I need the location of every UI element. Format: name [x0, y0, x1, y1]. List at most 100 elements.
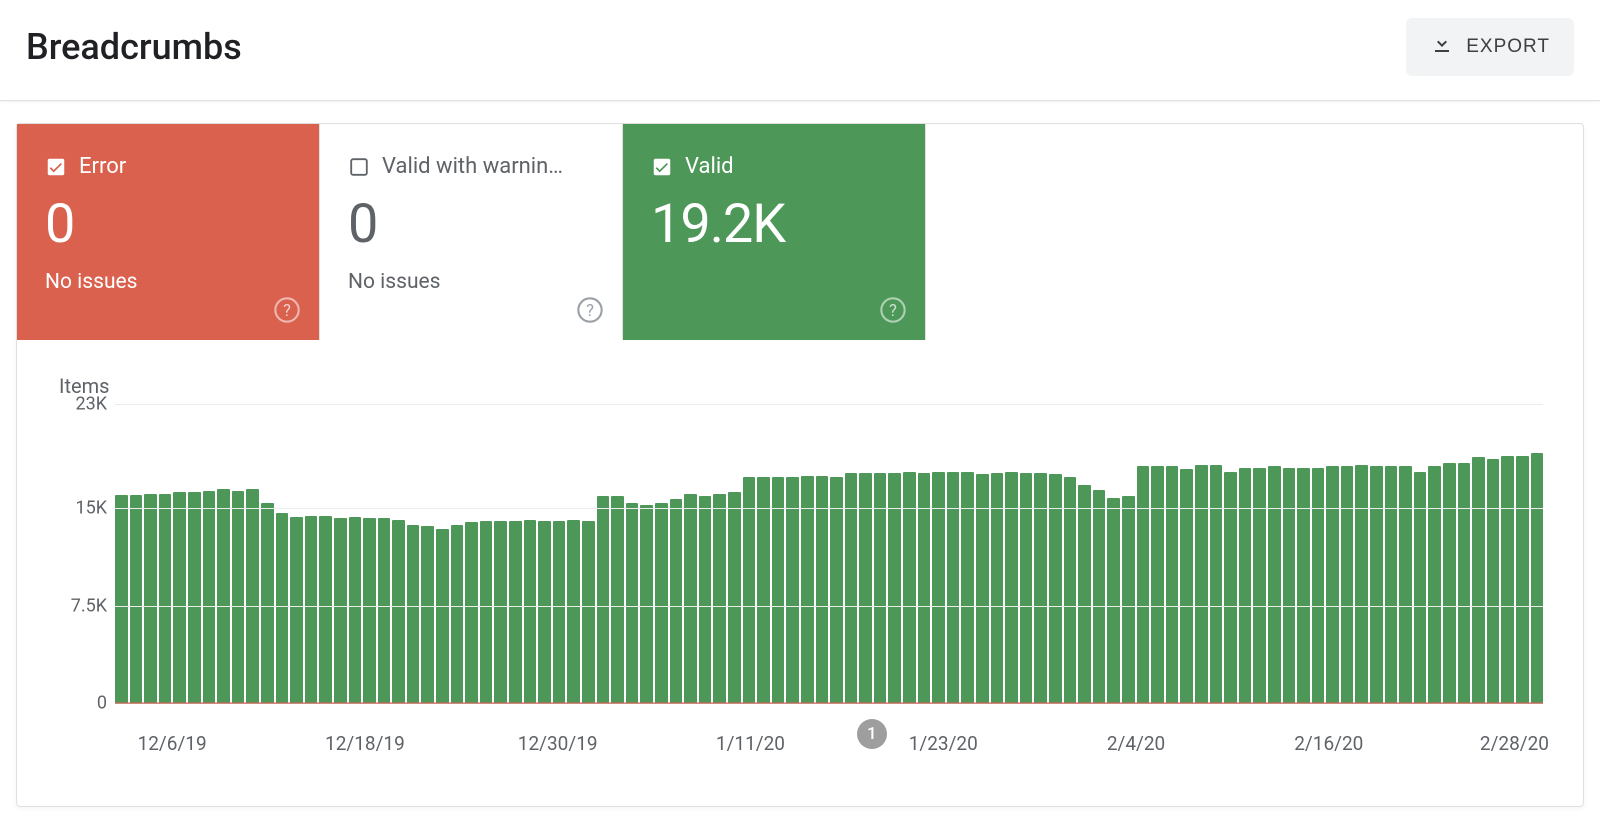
chart-xtick: 12/6/19	[138, 732, 207, 755]
status-tile-value: 19.2K	[651, 193, 897, 256]
chart-bar	[772, 477, 785, 703]
status-tile-label: Error	[79, 154, 126, 179]
chart-bar	[1210, 465, 1223, 703]
chart-bar	[465, 522, 478, 703]
chart-bar	[786, 477, 799, 703]
chart-bar	[363, 518, 376, 703]
chart-bar	[349, 517, 362, 703]
chart-bar	[1151, 466, 1164, 703]
page-header: Breadcrumbs EXPORT	[0, 0, 1600, 101]
svg-text:?: ?	[283, 301, 291, 320]
help-icon[interactable]: ?	[879, 296, 907, 324]
chart-bar	[743, 477, 756, 703]
chart-bar	[1224, 472, 1237, 703]
chart-bar	[1122, 496, 1135, 703]
chart-bar	[1064, 477, 1077, 703]
chart-bar	[1472, 457, 1485, 703]
chart-bar	[276, 513, 289, 703]
chart-bar	[903, 472, 916, 703]
help-icon[interactable]: ?	[576, 296, 604, 324]
chart-error-baseline	[115, 702, 1543, 704]
chart-xtick: 2/4/20	[1107, 732, 1165, 755]
status-card: Error 0 No issues ? Valid with warnin… 0…	[16, 123, 1584, 807]
chart-bar	[305, 516, 318, 703]
chart-bar	[1458, 463, 1471, 704]
chart-xtick: 12/30/19	[518, 732, 598, 755]
chart-bar	[421, 526, 434, 703]
status-tile-label: Valid	[685, 154, 734, 179]
chart-xtick: 1/23/20	[909, 732, 978, 755]
chart-bar	[130, 495, 143, 703]
chart-bar	[538, 521, 551, 703]
chart-gridline	[115, 606, 1543, 607]
chart-ytick: 0	[51, 693, 107, 714]
chart-bars	[115, 404, 1543, 703]
chart-bar	[451, 525, 464, 703]
chart-bar	[1487, 459, 1500, 703]
chart-bar	[1370, 466, 1383, 703]
status-tile-value: 0	[348, 193, 594, 256]
chart-xtick: 1/11/20	[716, 732, 785, 755]
chart-bar	[509, 521, 522, 703]
export-button-label: EXPORT	[1466, 36, 1550, 58]
chart-bar	[1501, 456, 1514, 703]
chart-bar	[261, 503, 274, 703]
svg-text:?: ?	[586, 301, 594, 320]
chart-gridline	[115, 508, 1543, 509]
chart-bar	[392, 520, 405, 703]
chart-bar	[947, 472, 960, 703]
status-tile-subtext: No issues	[45, 270, 291, 294]
chart-bar	[728, 492, 741, 703]
chart-bar	[1297, 468, 1310, 703]
chart-bar	[655, 503, 668, 703]
chart-xtick: 2/28/20	[1480, 732, 1549, 755]
chart-bar	[1195, 465, 1208, 703]
chart-bar	[1239, 468, 1252, 703]
chart-bar	[246, 489, 259, 704]
help-icon[interactable]: ?	[273, 296, 301, 324]
chart-bar	[1137, 466, 1150, 703]
chart-bar	[553, 521, 566, 703]
chart-bar	[1385, 466, 1398, 703]
chart-bar	[203, 491, 216, 703]
page-title: Breadcrumbs	[26, 26, 242, 68]
status-row: Error 0 No issues ? Valid with warnin… 0…	[17, 124, 1583, 340]
chart-xtick: 2/16/20	[1294, 732, 1363, 755]
chart-bar	[582, 521, 595, 703]
chart-bar	[801, 476, 814, 704]
chart-bar	[684, 494, 697, 703]
chart-bar	[1093, 490, 1106, 703]
chart-bar	[1355, 465, 1368, 703]
chart-bar	[144, 494, 157, 703]
chart-bar	[334, 518, 347, 703]
chart-bar	[1341, 466, 1354, 703]
chart-bar	[524, 520, 537, 703]
status-tile-error[interactable]: Error 0 No issues ?	[17, 124, 320, 340]
chart-bar	[830, 477, 843, 703]
chart-bar	[1107, 498, 1120, 703]
checkbox-unchecked-icon	[348, 156, 370, 178]
download-icon	[1430, 32, 1454, 62]
chart-ytick: 15K	[51, 498, 107, 519]
chart-bar	[1326, 466, 1339, 703]
chart-bar	[1253, 468, 1266, 703]
export-button[interactable]: EXPORT	[1406, 18, 1574, 76]
chart-bar	[290, 517, 303, 703]
status-tile-warning[interactable]: Valid with warnin… 0 No issues ?	[320, 124, 623, 340]
chart-bar	[1414, 472, 1427, 703]
chart-bar	[670, 499, 683, 703]
chart-bar	[1078, 485, 1091, 703]
svg-text:?: ?	[889, 301, 897, 320]
chart-bar	[159, 494, 172, 703]
chart-bar	[1516, 456, 1529, 703]
chart-bar	[232, 491, 245, 703]
chart-bar	[961, 472, 974, 703]
chart-bar	[1180, 469, 1193, 703]
status-tile-valid[interactable]: Valid 19.2K ?	[623, 124, 926, 340]
chart-ytick: 23K	[51, 394, 107, 415]
chart-bar	[567, 520, 580, 703]
chart-bar	[480, 521, 493, 703]
status-tile-label: Valid with warnin…	[382, 154, 563, 179]
chart-bar	[1531, 453, 1544, 703]
chart-area: Items 1 07.5K15K23K 12/6/1912/18/1912/30…	[17, 340, 1583, 806]
